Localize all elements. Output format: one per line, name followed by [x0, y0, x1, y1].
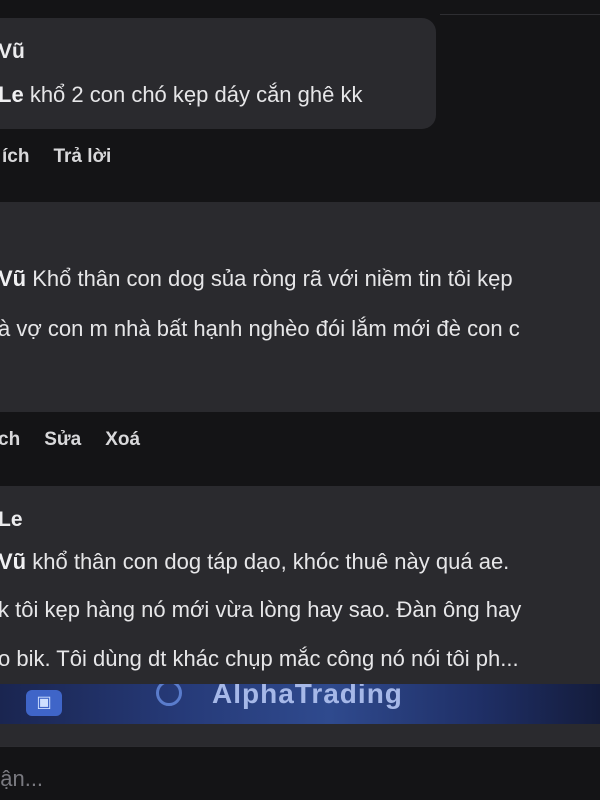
attached-image[interactable]: ▣ AlphaTrading	[0, 684, 600, 724]
comment-text-line: à vợ con m nhà bất hạnh nghèo đói lắm mớ…	[0, 316, 520, 341]
comment-thread: Vũ Le khổ 2 con chó kẹp dáy cắn ghê kk í…	[0, 0, 600, 800]
top-divider	[440, 14, 600, 15]
comment-text: Vũ Khổ thân con dog sủa ròng rã với niềm…	[0, 266, 513, 291]
composer-divider	[0, 746, 600, 747]
mention-tag[interactable]: Vũ	[0, 266, 26, 291]
comment-text-line: o bik. Tôi dùng dt khác chụp mắc công nó…	[0, 646, 519, 671]
comment-text: Vũ khổ thân con dog táp dạo, khóc thuê n…	[0, 549, 510, 574]
comment-author[interactable]: Vũ	[0, 40, 25, 64]
like-button[interactable]: ch	[0, 429, 20, 450]
comment-actions: ch Sửa Xoá	[0, 429, 164, 451]
delete-button[interactable]: Xoá	[105, 429, 140, 450]
comment-text: Le khổ 2 con chó kẹp dáy cắn ghê kk	[0, 82, 363, 107]
comment-bubble	[0, 202, 600, 412]
app-logo-icon: ▣	[26, 690, 62, 716]
comment-actions: ích Trả lời	[2, 146, 135, 168]
comment-input[interactable]: uận...	[0, 766, 43, 792]
like-button[interactable]: ích	[2, 146, 29, 167]
comment-author[interactable]: Le	[0, 508, 23, 532]
mention-tag[interactable]: Le	[0, 82, 24, 107]
comment-bubble	[0, 18, 436, 129]
reply-button[interactable]: Trả lời	[53, 146, 111, 167]
mention-tag[interactable]: Vũ	[0, 549, 26, 574]
edit-button[interactable]: Sửa	[44, 429, 81, 450]
image-brand-text: AlphaTrading	[212, 684, 403, 709]
circle-icon	[156, 684, 182, 706]
comment-text-line: k tôi kẹp hàng nó mới vừa lòng hay sao. …	[0, 597, 522, 622]
